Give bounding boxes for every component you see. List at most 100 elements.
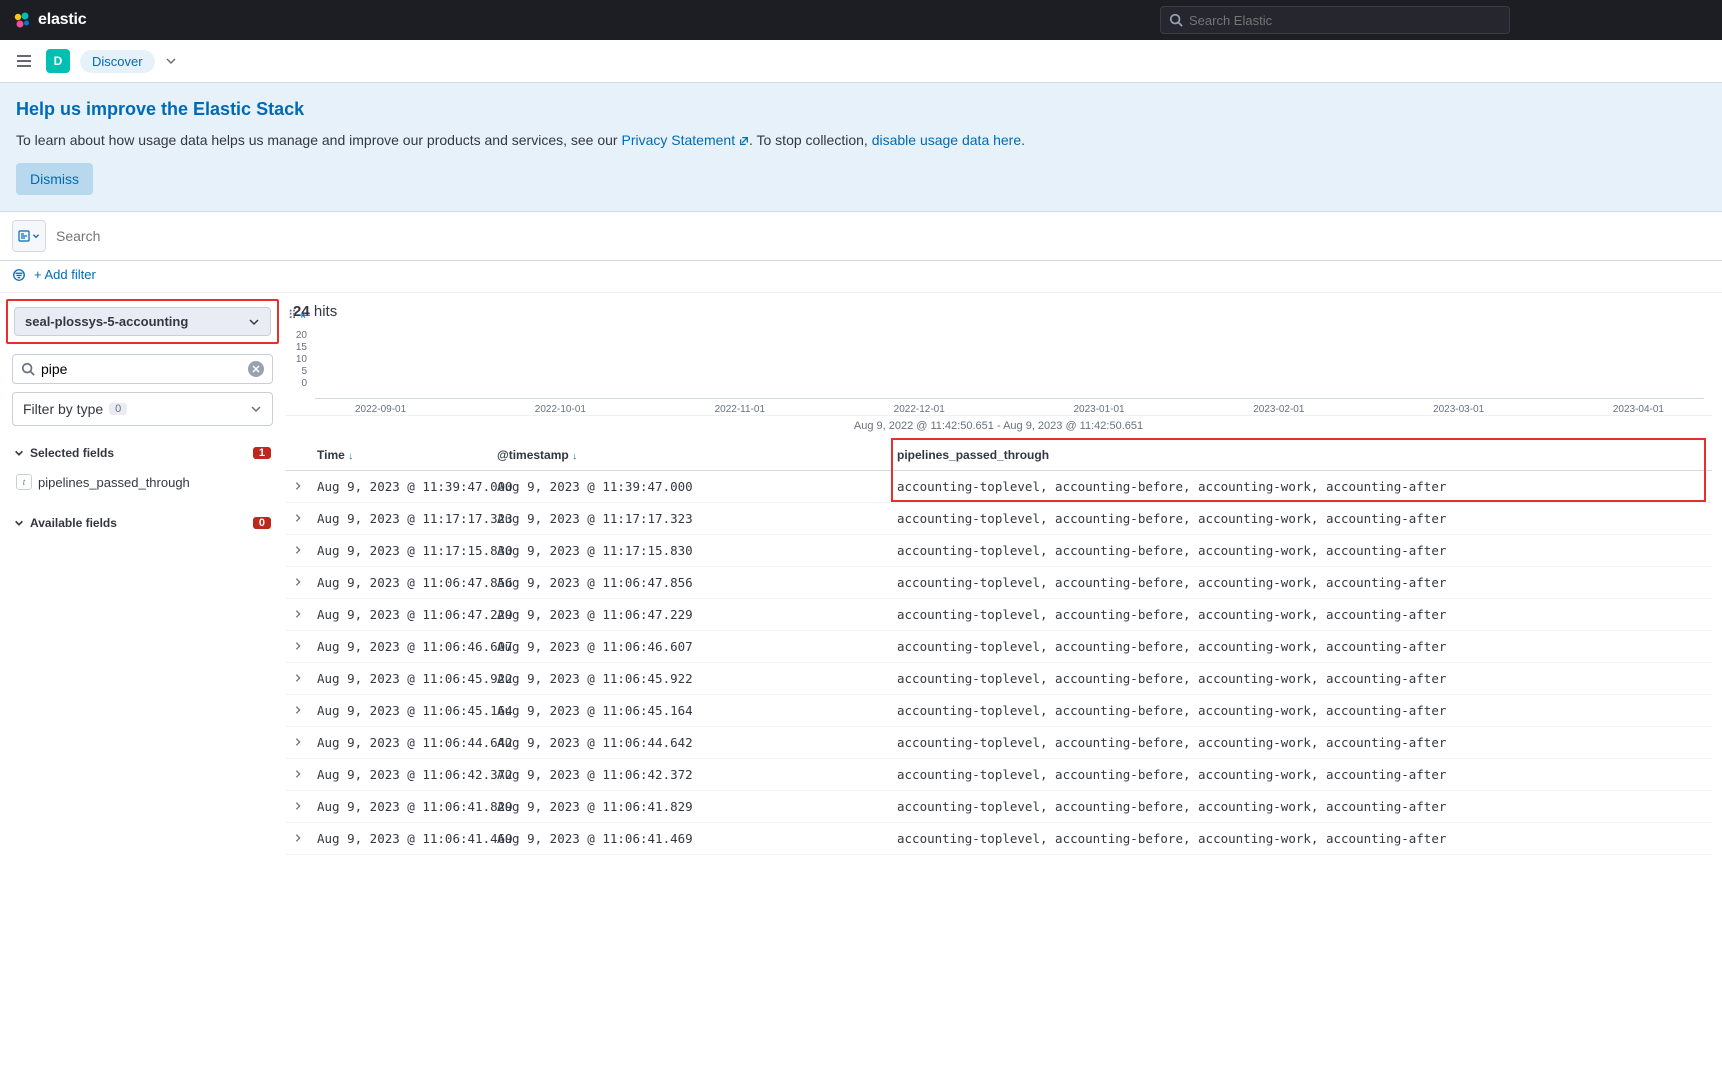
table-row[interactable]: Aug 9, 2023 @ 11:06:45.164Aug 9, 2023 @ … — [285, 695, 1712, 727]
cell-pipelines: accounting-toplevel, accounting-before, … — [891, 599, 1712, 631]
cell-timestamp: Aug 9, 2023 @ 11:06:42.372 — [491, 759, 891, 791]
cell-time: Aug 9, 2023 @ 11:06:47.229 — [311, 599, 491, 631]
expand-row-button[interactable] — [285, 663, 311, 695]
banner-text: To learn about how usage data helps us m… — [16, 130, 1706, 151]
cell-pipelines: accounting-toplevel, accounting-before, … — [891, 823, 1712, 855]
cell-timestamp: Aug 9, 2023 @ 11:06:47.229 — [491, 599, 891, 631]
collapse-arrow-icon[interactable]: ⇤ — [301, 308, 311, 322]
cell-timestamp: Aug 9, 2023 @ 11:06:41.469 — [491, 823, 891, 855]
table-row[interactable]: Aug 9, 2023 @ 11:06:41.469Aug 9, 2023 @ … — [285, 823, 1712, 855]
brand-name: elastic — [38, 11, 86, 29]
table-row[interactable]: Aug 9, 2023 @ 11:06:44.642Aug 9, 2023 @ … — [285, 727, 1712, 759]
field-type-text-icon: t — [16, 474, 32, 490]
search-icon — [21, 362, 35, 376]
column-header-time[interactable]: Time ↓ — [311, 440, 491, 471]
table-row[interactable]: Aug 9, 2023 @ 11:06:45.922Aug 9, 2023 @ … — [285, 663, 1712, 695]
telemetry-banner: Help us improve the Elastic Stack To lea… — [0, 83, 1722, 212]
cell-timestamp: Aug 9, 2023 @ 11:06:46.607 — [491, 631, 891, 663]
field-search[interactable] — [12, 354, 273, 384]
expand-row-button[interactable] — [285, 471, 311, 503]
chevron-right-icon — [293, 769, 303, 779]
hamburger-icon — [16, 53, 32, 69]
add-filter-button[interactable]: + Add filter — [34, 267, 96, 282]
expand-row-button[interactable] — [285, 631, 311, 663]
table-row[interactable]: Aug 9, 2023 @ 11:17:15.830Aug 9, 2023 @ … — [285, 535, 1712, 567]
column-header-timestamp[interactable]: @timestamp ↓ — [491, 440, 891, 471]
hits-header: 24 hits — [285, 293, 1712, 326]
table-row[interactable]: Aug 9, 2023 @ 11:06:46.607Aug 9, 2023 @ … — [285, 631, 1712, 663]
expand-row-button[interactable] — [285, 759, 311, 791]
field-name: pipelines_passed_through — [38, 475, 190, 490]
available-fields-header[interactable]: Available fields 0 — [12, 510, 273, 536]
expand-row-button[interactable] — [285, 727, 311, 759]
chevron-down-icon[interactable] — [165, 55, 177, 67]
chevron-right-icon — [293, 641, 303, 651]
expand-row-button[interactable] — [285, 791, 311, 823]
cell-pipelines: accounting-toplevel, accounting-before, … — [891, 631, 1712, 663]
table-row[interactable]: Aug 9, 2023 @ 11:39:47.000Aug 9, 2023 @ … — [285, 471, 1712, 503]
table-row[interactable]: Aug 9, 2023 @ 11:06:42.372Aug 9, 2023 @ … — [285, 759, 1712, 791]
index-pattern-selector[interactable]: seal-plossys-5-accounting — [14, 307, 271, 336]
table-row[interactable]: Aug 9, 2023 @ 11:06:47.229Aug 9, 2023 @ … — [285, 599, 1712, 631]
table-row[interactable]: Aug 9, 2023 @ 11:17:17.323Aug 9, 2023 @ … — [285, 503, 1712, 535]
dismiss-button[interactable]: Dismiss — [16, 163, 93, 195]
table-row[interactable]: Aug 9, 2023 @ 11:06:47.856Aug 9, 2023 @ … — [285, 567, 1712, 599]
cell-timestamp: Aug 9, 2023 @ 11:06:44.642 — [491, 727, 891, 759]
banner-title: Help us improve the Elastic Stack — [16, 99, 1706, 120]
filter-by-type[interactable]: Filter by type 0 — [12, 392, 273, 426]
sidebar-collapse-controls[interactable]: ⠿ ⇤ — [288, 308, 311, 322]
date-range-label: Aug 9, 2022 @ 11:42:50.651 - Aug 9, 2023… — [285, 416, 1712, 440]
clear-search-button[interactable] — [248, 361, 264, 377]
cell-timestamp: Aug 9, 2023 @ 11:17:17.323 — [491, 503, 891, 535]
sort-desc-icon: ↓ — [572, 451, 577, 462]
chevron-right-icon — [293, 801, 303, 811]
available-fields-label: Available fields — [30, 516, 117, 530]
cell-time: Aug 9, 2023 @ 11:06:47.856 — [311, 567, 491, 599]
chevron-right-icon — [293, 545, 303, 555]
x-axis-ticks: 2022-09-01 2022-10-01 2022-11-01 2022-12… — [315, 404, 1704, 415]
expand-row-button[interactable] — [285, 503, 311, 535]
chevron-right-icon — [293, 481, 303, 491]
external-link-icon — [739, 136, 749, 146]
cell-pipelines: accounting-toplevel, accounting-before, … — [891, 471, 1712, 503]
field-item-pipelines[interactable]: t pipelines_passed_through — [12, 466, 273, 498]
table-row[interactable]: Aug 9, 2023 @ 11:06:41.829Aug 9, 2023 @ … — [285, 791, 1712, 823]
cell-time: Aug 9, 2023 @ 11:06:41.829 — [311, 791, 491, 823]
disable-usage-link[interactable]: disable usage data here — [872, 132, 1021, 148]
chevron-right-icon — [293, 833, 303, 843]
cell-time: Aug 9, 2023 @ 11:06:45.164 — [311, 695, 491, 727]
close-icon — [252, 365, 260, 373]
elastic-logo-icon — [12, 10, 32, 30]
query-language-button[interactable] — [12, 220, 46, 252]
histogram-chart[interactable]: 20 15 10 5 0 2022-09-01 2022-10-01 2022-… — [285, 326, 1712, 416]
filter-icon[interactable] — [12, 268, 26, 282]
query-input[interactable] — [52, 222, 1710, 250]
brand-logo[interactable]: elastic — [12, 10, 86, 30]
global-search[interactable] — [1160, 6, 1510, 34]
expand-row-button[interactable] — [285, 599, 311, 631]
expand-row-button[interactable] — [285, 567, 311, 599]
drag-handle-icon[interactable]: ⠿ — [288, 308, 297, 322]
cell-pipelines: accounting-toplevel, accounting-before, … — [891, 567, 1712, 599]
privacy-link[interactable]: Privacy Statement — [621, 132, 749, 148]
selected-fields-header[interactable]: Selected fields 1 — [12, 440, 273, 466]
column-header-pipelines[interactable]: pipelines_passed_through — [891, 440, 1712, 471]
cell-time: Aug 9, 2023 @ 11:06:42.372 — [311, 759, 491, 791]
cell-time: Aug 9, 2023 @ 11:06:46.607 — [311, 631, 491, 663]
cell-timestamp: Aug 9, 2023 @ 11:06:47.856 — [491, 567, 891, 599]
nav-menu-button[interactable] — [12, 49, 36, 73]
global-search-input[interactable] — [1189, 13, 1501, 28]
app-header: D Discover — [0, 40, 1722, 83]
field-search-input[interactable] — [41, 361, 242, 377]
cell-pipelines: accounting-toplevel, accounting-before, … — [891, 535, 1712, 567]
filter-bar: + Add filter — [0, 261, 1722, 293]
app-name-pill[interactable]: Discover — [80, 50, 155, 73]
expand-row-button[interactable] — [285, 695, 311, 727]
expand-row-button[interactable] — [285, 535, 311, 567]
sort-desc-icon: ↓ — [348, 451, 353, 462]
cell-pipelines: accounting-toplevel, accounting-before, … — [891, 663, 1712, 695]
space-avatar[interactable]: D — [46, 49, 70, 73]
global-topbar: elastic — [0, 0, 1722, 40]
expand-row-button[interactable] — [285, 823, 311, 855]
cell-pipelines: accounting-toplevel, accounting-before, … — [891, 503, 1712, 535]
